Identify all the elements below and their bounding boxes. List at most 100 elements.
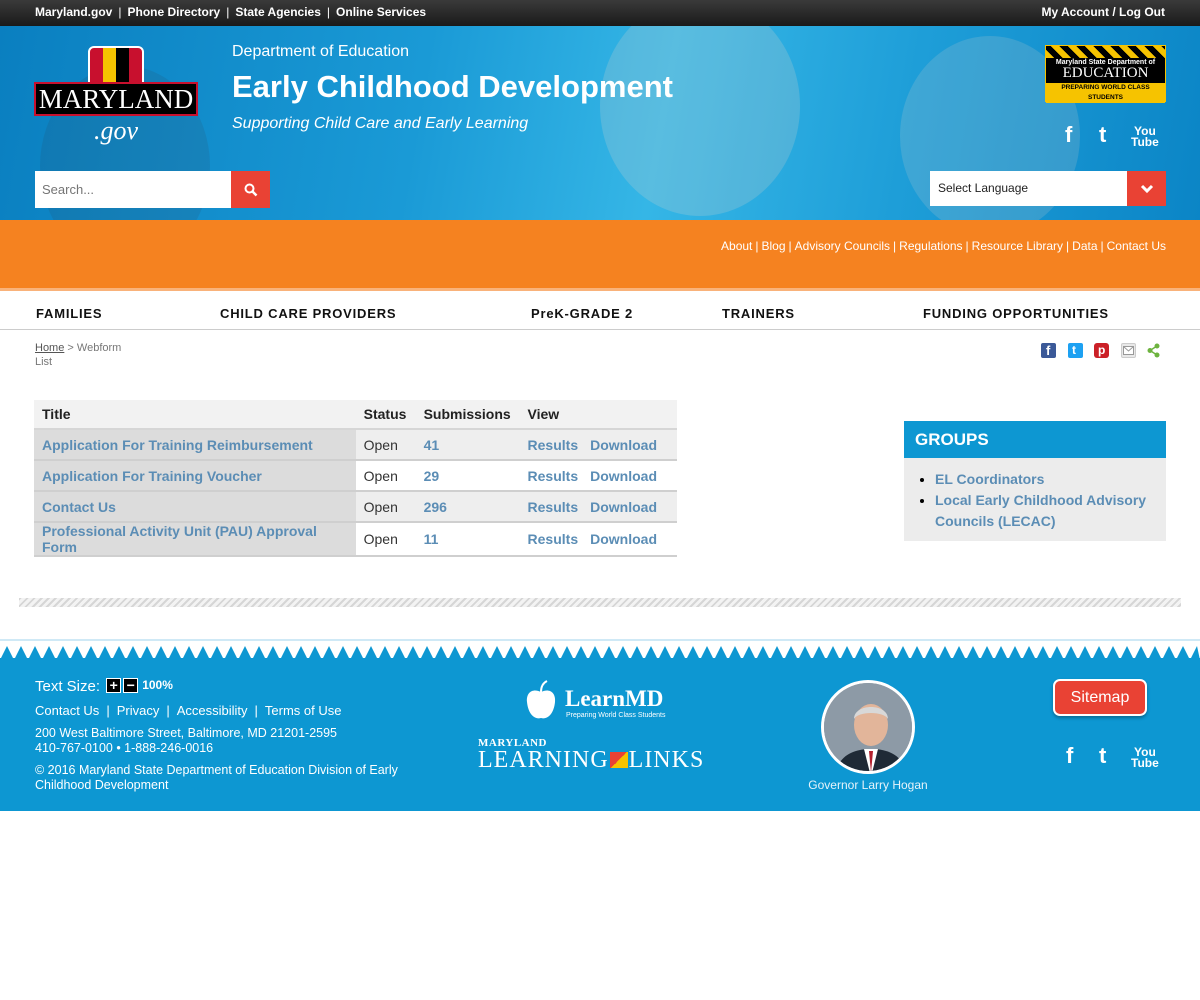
results-link[interactable]: Results	[528, 468, 579, 484]
nav-child-care-providers[interactable]: CHILD CARE PROVIDERS	[220, 306, 396, 321]
learnmd-name: LearnMD	[565, 686, 664, 711]
apple-icon	[526, 680, 556, 719]
address-line: 200 West Baltimore Street, Baltimore, MD…	[35, 726, 337, 740]
about-link[interactable]: About	[721, 239, 752, 253]
msde-logo[interactable]: Maryland State Department of EDUCATION P…	[1045, 45, 1166, 103]
column-header-submissions[interactable]: Submissions	[415, 400, 520, 430]
form-title-link[interactable]: Contact Us	[34, 491, 356, 523]
search-icon	[244, 183, 257, 196]
learning-links-left: LEARNING	[478, 747, 609, 773]
learnmd-subtitle: Preparing World Class Students	[566, 712, 666, 719]
column-header-title[interactable]: Title	[34, 400, 356, 430]
governor-photo[interactable]	[821, 680, 915, 774]
submissions-count-link[interactable]: 29	[415, 460, 520, 492]
maryland-gov-logo[interactable]: MARYLAND .gov	[34, 46, 198, 146]
form-status: Open	[355, 491, 416, 523]
logo-gov: .gov	[93, 116, 139, 145]
share-icon[interactable]	[1146, 343, 1161, 358]
twitter-share-icon[interactable]: t	[1068, 343, 1083, 358]
twitter-icon[interactable]: t	[1099, 122, 1106, 148]
regulations-link[interactable]: Regulations	[899, 239, 962, 253]
column-header-view: View	[519, 400, 677, 430]
resource-library-link[interactable]: Resource Library	[972, 239, 1063, 253]
form-status: Open	[355, 522, 416, 557]
utility-nav: About | Blog | Advisory Councils | Regulations…	[0, 220, 1200, 291]
text-size-increase-button[interactable]: +	[106, 678, 122, 693]
my-account-link[interactable]: My Account / Log Out	[1041, 5, 1165, 19]
submissions-count-link[interactable]: 296	[415, 491, 520, 523]
results-link[interactable]: Results	[528, 531, 579, 547]
data-link[interactable]: Data	[1072, 239, 1097, 253]
submissions-count-link[interactable]: 11	[415, 522, 520, 557]
msde-logo-line3: PREPARING WORLD CLASS STUDENTS	[1046, 83, 1165, 103]
breadcrumb-home[interactable]: Home	[35, 342, 64, 354]
youtube-icon[interactable]: You Tube	[1131, 746, 1159, 769]
breadcrumb: Home > Webform List	[35, 341, 125, 369]
breadcrumb-separator: >	[67, 342, 74, 354]
online-services-link[interactable]: Online Services	[336, 5, 426, 19]
facebook-icon[interactable]: f	[1066, 743, 1073, 769]
text-size-value: 100%	[142, 678, 173, 692]
text-size-decrease-button[interactable]: −	[123, 678, 139, 693]
facebook-icon[interactable]: f	[1065, 122, 1072, 148]
youtube-icon[interactable]: You Tube	[1131, 125, 1159, 148]
text-size-label: Text Size:	[35, 678, 101, 695]
form-title-link[interactable]: Professional Activity Unit (PAU) Approva…	[34, 522, 356, 557]
blog-link[interactable]: Blog	[762, 239, 786, 253]
email-share-icon[interactable]	[1121, 343, 1136, 358]
header-photo-background	[600, 26, 800, 216]
contact-us-link[interactable]: Contact Us	[1107, 239, 1166, 253]
search-button[interactable]	[231, 171, 270, 208]
download-link[interactable]: Download	[590, 468, 657, 484]
submissions-count-link[interactable]: 41	[415, 429, 520, 461]
learning-links-logo[interactable]: MARYLAND LEARNING LINKS	[478, 738, 704, 773]
group-link-el-coordinators[interactable]: EL Coordinators	[935, 471, 1044, 487]
separator: |	[326, 5, 331, 19]
site-tagline: Supporting Child Care and Early Learning	[232, 115, 529, 132]
groups-panel: GROUPS EL Coordinators Local Early Child…	[904, 421, 1166, 541]
footer-contact-us-link[interactable]: Contact Us	[35, 703, 99, 718]
phone-directory-link[interactable]: Phone Directory	[127, 5, 220, 19]
site-title[interactable]: Early Childhood Development	[232, 69, 673, 105]
nav-trainers[interactable]: TRAINERS	[722, 306, 795, 321]
download-link[interactable]: Download	[590, 499, 657, 515]
footer-address: 200 West Baltimore Street, Baltimore, MD…	[35, 726, 337, 756]
search-input[interactable]	[35, 171, 231, 208]
twitter-icon[interactable]: t	[1099, 743, 1106, 769]
pinterest-share-icon[interactable]: p	[1094, 343, 1109, 358]
state-agencies-link[interactable]: State Agencies	[235, 5, 321, 19]
nav-funding-opportunities[interactable]: FUNDING OPPORTUNITIES	[923, 306, 1109, 321]
footer-privacy-link[interactable]: Privacy	[117, 703, 160, 718]
advisory-councils-link[interactable]: Advisory Councils	[795, 239, 890, 253]
list-item: Local Early Childhood Advisory Councils …	[935, 490, 1166, 532]
copyright: © 2016 Maryland State Department of Educ…	[35, 763, 398, 792]
site-footer: Text Size: + −100% Contact Us | Privacy | Acc…	[0, 658, 1200, 811]
flag-bowtie-icon	[609, 752, 628, 768]
footer-terms-link[interactable]: Terms of Use	[265, 703, 342, 718]
sitemap-button[interactable]: Sitemap	[1053, 679, 1147, 716]
view-cell: Results Download	[519, 522, 677, 557]
form-title-link[interactable]: Application For Training Reimbursement	[34, 429, 356, 461]
group-link-lecac[interactable]: Local Early Childhood Advisory Councils …	[935, 492, 1146, 529]
webform-table: Title Status Submissions View Applicatio…	[34, 400, 677, 557]
main-nav: FAMILIES CHILD CARE PROVIDERS PreK-GRADE…	[0, 294, 1200, 330]
maryland-gov-link[interactable]: Maryland.gov	[35, 5, 112, 19]
nav-families[interactable]: FAMILIES	[36, 306, 102, 321]
view-cell: Results Download	[519, 460, 677, 492]
download-link[interactable]: Download	[590, 437, 657, 453]
table-header-row: Title Status Submissions View	[34, 400, 677, 430]
nav-prek-grade-2[interactable]: PreK-GRADE 2	[531, 306, 633, 321]
language-select[interactable]: Select Language	[930, 171, 1127, 206]
results-link[interactable]: Results	[528, 499, 579, 515]
column-header-status[interactable]: Status	[355, 400, 416, 430]
language-dropdown-button[interactable]	[1127, 171, 1166, 206]
footer-accessibility-link[interactable]: Accessibility	[177, 703, 248, 718]
form-title-link[interactable]: Application For Training Voucher	[34, 460, 356, 492]
learning-links-wordmark: LEARNING LINKS	[478, 747, 704, 773]
facebook-share-icon[interactable]: f	[1041, 343, 1056, 358]
download-link[interactable]: Download	[590, 531, 657, 547]
results-link[interactable]: Results	[528, 437, 579, 453]
text-size-control: Text Size: + −100%	[35, 678, 173, 695]
groups-list: EL Coordinators Local Early Childhood Ad…	[904, 458, 1166, 532]
table-row: Application For Training Voucher Open 29…	[34, 460, 677, 492]
